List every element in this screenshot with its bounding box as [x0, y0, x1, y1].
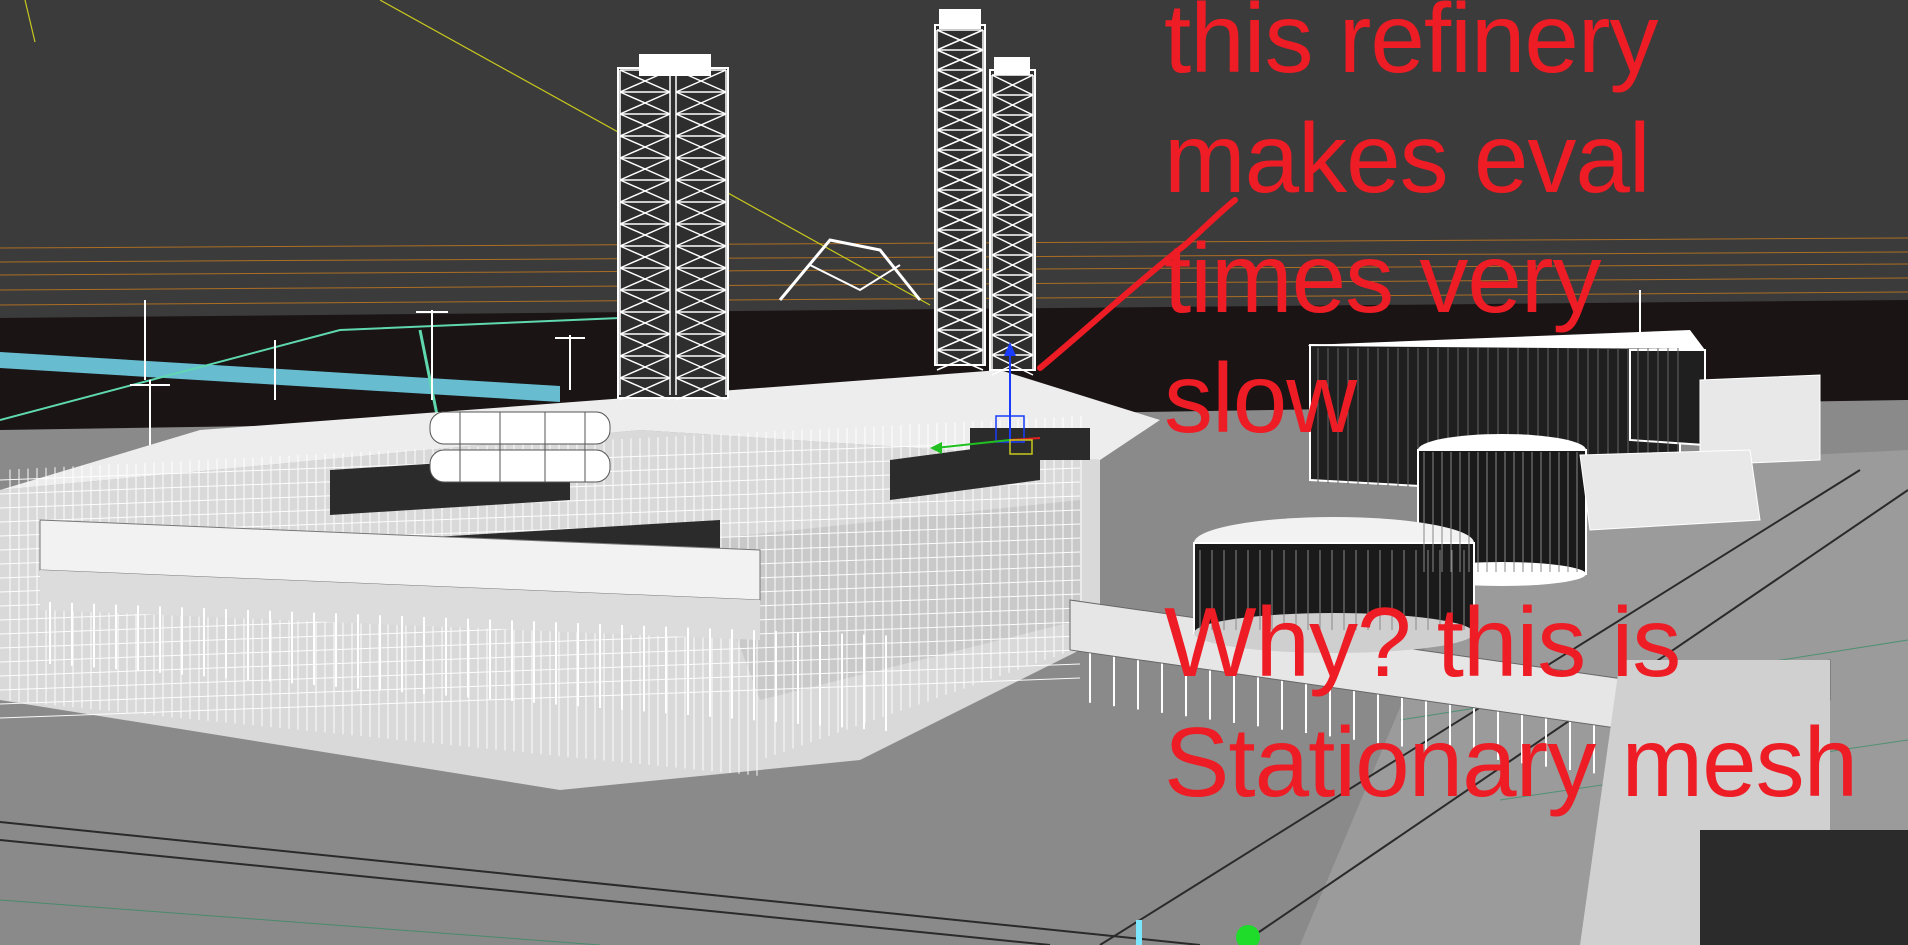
- annotation-line: slow: [1164, 343, 1357, 453]
- tower-left: [617, 54, 729, 399]
- annotation-bottom: Why? this is Stationary mesh: [1164, 582, 1858, 822]
- cyan-marker: [1136, 920, 1142, 945]
- annotation-line: Why? this is: [1164, 587, 1681, 697]
- annotation-top: this refinery makes eval times very slow: [1164, 0, 1659, 458]
- annotation-line: this refinery: [1164, 0, 1659, 93]
- annotation-line: times very: [1164, 223, 1602, 333]
- annotation-line: Stationary mesh: [1164, 707, 1858, 817]
- annotation-line: makes eval: [1164, 103, 1651, 213]
- 3d-viewport[interactable]: this refinery makes eval times very slow…: [0, 0, 1908, 945]
